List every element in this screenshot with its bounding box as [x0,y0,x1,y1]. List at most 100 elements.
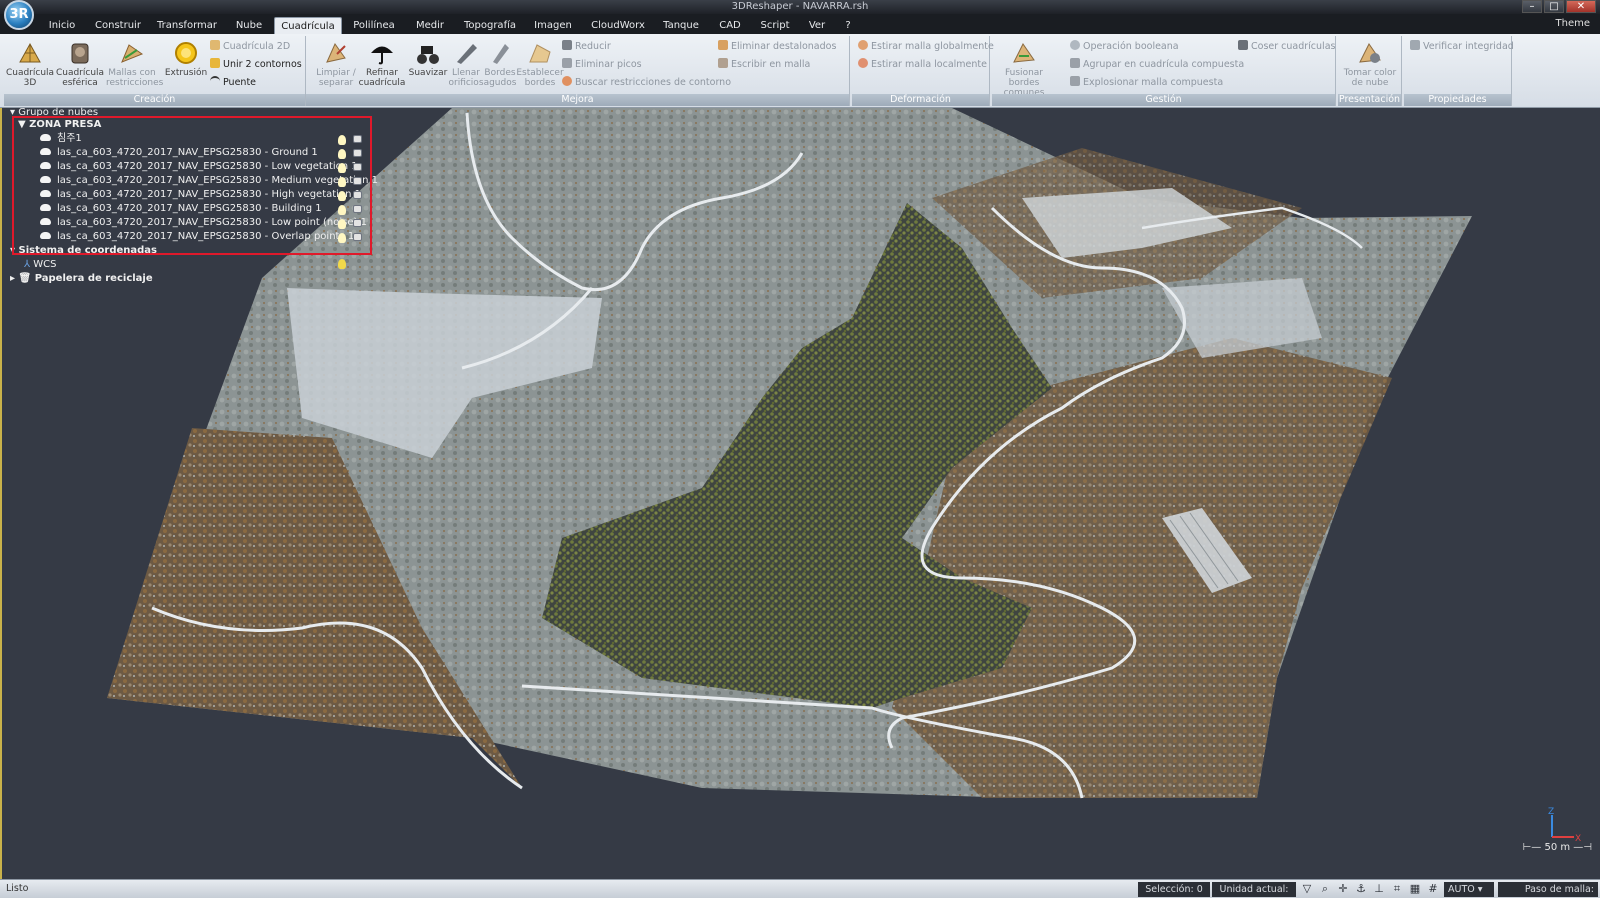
minimize-button[interactable]: – [1522,0,1542,13]
tree-item[interactable]: las_ca_603_4720_2017_NAV_EPSG25830 - Gro… [40,146,318,160]
tab-inicio[interactable]: Inicio [44,17,80,34]
filter-icon[interactable]: ▽ [1300,882,1314,896]
tab-tanque[interactable]: Tanque [662,17,700,34]
fusionar-bordes-button[interactable]: Fusionar bordes comunes [994,40,1054,98]
group-mejora: Limpiar / separar Refinar cuadrícula Sua… [306,36,850,106]
coser-cuadriculas-button[interactable]: Coser cuadrículas [1238,40,1335,54]
visibility-bulb-icon[interactable] [338,177,346,187]
establecer-bordes-button[interactable]: Establecer bordes [514,40,566,88]
tree-item[interactable]: las_ca_603_4720_2017_NAV_EPSG25830 - Ove… [40,230,354,244]
extrusion-icon [175,42,197,64]
tomar-color-button[interactable]: Tomar color de nube [1342,40,1398,88]
undercut-icon [718,40,728,50]
eliminar-picos-button[interactable]: Eliminar picos [562,58,642,72]
tab-construir[interactable]: Construir [92,17,144,34]
limpiar-separar-button[interactable]: Limpiar / separar [310,40,362,88]
tab-cuadricula[interactable]: Cuadrícula [274,17,342,34]
unir-contornos-button[interactable]: Unir 2 contornos [210,58,302,72]
camera-icon[interactable] [353,219,362,227]
escribir-malla-button[interactable]: Escribir en malla [718,58,810,72]
verificar-integridad-button[interactable]: Verificar integridad [1410,40,1514,54]
tree-item[interactable]: las_ca_603_4720_2017_NAV_EPSG25830 - Hig… [40,188,361,202]
group-presentacion: Tomar color de nube Presentación [1338,36,1402,106]
camera-icon[interactable] [353,163,362,171]
camera-icon[interactable] [353,233,362,241]
bridge-icon [210,76,220,86]
pan-icon[interactable]: ✛ [1336,882,1350,896]
group-gestion: Fusionar bordes comunes Operación boolea… [992,36,1336,106]
reducir-button[interactable]: Reducir [562,40,611,54]
visibility-bulb-icon[interactable] [338,149,346,159]
tree-item[interactable]: 침주1 [40,132,82,146]
puente-button[interactable]: Puente [210,76,256,90]
tree-item[interactable]: las_ca_603_4720_2017_NAV_EPSG25830 - Low… [40,216,367,230]
cloud-icon [40,176,51,183]
visibility-bulb-icon[interactable] [338,163,346,173]
tree-zona-presa[interactable]: ▼ ZONA PRESA [18,118,101,132]
axis-icon[interactable]: ⊥ [1372,882,1386,896]
camera-icon[interactable] [353,191,362,199]
camera-icon[interactable] [353,177,362,185]
refinar-cuadricula-button[interactable]: Refinar cuadrícula [356,40,408,88]
tab-cad[interactable]: CAD [716,17,744,34]
camera-icon[interactable] [353,205,362,213]
cloud-icon [40,204,51,211]
agrupar-button[interactable]: Agrupar en cuadrícula compuesta [1070,58,1244,72]
visibility-bulb-icon[interactable] [338,259,346,269]
tab-nube[interactable]: Nube [232,17,266,34]
cuadricula-esferica-button[interactable]: Cuadrícula esférica [54,40,106,88]
tree-item[interactable]: las_ca_603_4720_2017_NAV_EPSG25830 - Bui… [40,202,322,216]
eliminar-destalonados-button[interactable]: Eliminar destalonados [718,40,836,54]
tab-medir[interactable]: Medir [414,17,446,34]
tab-polilinea[interactable]: Polilínea [352,17,396,34]
estirar-global-button[interactable]: Estirar malla globalmente [858,40,994,54]
mesh-2d-icon [210,40,220,50]
grid-toggle-icon[interactable]: ▦ [1408,882,1422,896]
spherical-mesh-icon [71,43,89,64]
close-button[interactable]: ✕ [1566,0,1596,13]
current-unit[interactable]: Unidad actual: m [1212,882,1296,897]
tree-item[interactable]: las_ca_603_4720_2017_NAV_EPSG25830 - Low… [40,160,358,174]
explosionar-button[interactable]: Explosionar malla compuesta [1070,76,1223,90]
visibility-bulb-icon[interactable] [338,191,346,201]
steamroller-icon [417,46,439,64]
estirar-local-button[interactable]: Estirar malla localmente [858,58,987,72]
camera-icon[interactable] [353,149,362,157]
snap-icon[interactable]: ⌗ [1390,882,1404,896]
join-contours-icon [210,58,220,68]
mesh-step-select[interactable]: AUTO ▾ [1444,882,1494,897]
theme-menu[interactable]: Theme [1556,18,1591,29]
visibility-bulb-icon[interactable] [338,219,346,229]
tree-coord-system[interactable]: ▾ Sistema de coordenadas [10,244,157,258]
selection-count: Selección: 0 [1138,882,1210,897]
spike-icon [562,58,572,68]
camera-icon[interactable] [353,135,362,143]
mesh-3d-icon [19,42,41,63]
tab-script[interactable]: Script [758,17,792,34]
cuadricula-2d-button[interactable]: Cuadrícula 2D [210,40,290,54]
visibility-bulb-icon[interactable] [338,205,346,215]
visibility-bulb-icon[interactable] [338,135,346,145]
tab-transformar[interactable]: Transformar [156,17,218,34]
tree-trash[interactable]: ▸ 🗑 Papelera de reciclaje [10,272,153,286]
tab-imagen[interactable]: Imagen [534,17,572,34]
tree-wcs[interactable]: ⅄ WCS [24,258,57,272]
buscar-restricciones-button[interactable]: Buscar restricciones de contorno [562,76,731,90]
tab-topografia[interactable]: Topografía [462,17,518,34]
tree-item[interactable]: las_ca_603_4720_2017_NAV_EPSG25830 - Med… [40,174,378,188]
group-title-mejora: Mejora [306,94,849,106]
zoom-icon[interactable]: ⌕ [1318,882,1332,896]
mesh-step-icon[interactable]: # [1426,882,1440,896]
mallas-restricciones-button[interactable]: Mallas con restricciones [106,40,163,88]
status-bar: Listo Selección: 0 Unidad actual: m ▽ ⌕ … [0,879,1600,898]
maximize-button[interactable]: □ [1544,0,1564,13]
operacion-booleana-button[interactable]: Operación booleana [1070,40,1179,54]
tab-help[interactable]: ? [842,17,854,34]
app-logo[interactable]: 3R [4,0,34,30]
cuadricula-3d-button[interactable]: Cuadrícula 3D [4,40,56,88]
tab-ver[interactable]: Ver [806,17,828,34]
extrusion-button[interactable]: Extrusión [160,40,212,78]
visibility-bulb-icon[interactable] [338,233,346,243]
tab-cloudworx[interactable]: CloudWorx [590,17,646,34]
anchor-icon[interactable]: ⚓ [1354,882,1368,896]
